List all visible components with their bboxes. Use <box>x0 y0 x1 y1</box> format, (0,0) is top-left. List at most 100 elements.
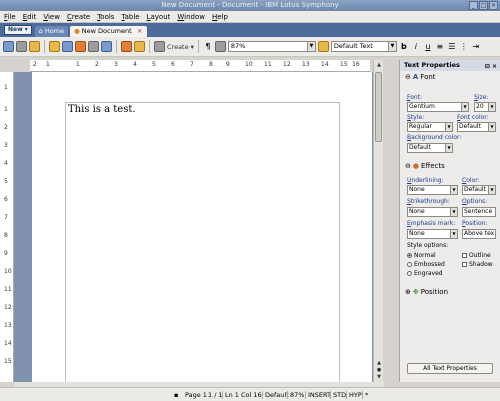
numbering-icon[interactable]: ⋮ <box>459 42 469 51</box>
font-section-header[interactable]: ⊖ A Font <box>400 71 500 83</box>
status-page-icon: ▪ <box>174 391 179 399</box>
italic-button[interactable]: i <box>411 42 421 51</box>
status-zoom[interactable]: 87% <box>287 391 304 399</box>
undo-icon[interactable] <box>3 41 14 52</box>
underline-button[interactable]: u <box>423 42 433 51</box>
tab-home[interactable]: ⌂ Home <box>34 26 69 37</box>
all-text-properties-button[interactable]: All Text Properties <box>407 363 493 374</box>
status-hyperlink-mode[interactable]: HYP <box>346 391 362 399</box>
tab-new-document[interactable]: ● New Document × <box>70 26 147 37</box>
expand-icon: ⊕ <box>405 288 411 296</box>
menu-view[interactable]: View <box>43 13 60 21</box>
menu-edit[interactable]: Edit <box>23 13 37 21</box>
save-icon[interactable] <box>62 41 73 52</box>
redo-icon[interactable] <box>16 41 27 52</box>
export-icon[interactable] <box>75 41 86 52</box>
strikethrough-combo[interactable]: None ▼ <box>407 207 458 217</box>
close-tab-icon[interactable]: × <box>137 26 143 37</box>
status-cursor: Ln 1 Col 16 <box>222 391 262 399</box>
effects-section-header[interactable]: ⊖ ● Effects <box>400 160 445 172</box>
status-page[interactable]: Page 1 <box>185 391 207 399</box>
collapse-icon: ⊖ <box>405 73 411 81</box>
align-icon[interactable]: ≡ <box>435 42 445 51</box>
document-workspace: This is a test. <box>14 72 373 382</box>
strikethrough-label: Strikethrough: <box>407 198 450 205</box>
font-combo[interactable]: Gentium ▼ <box>407 102 469 112</box>
prev-page-icon[interactable]: ▲ <box>375 360 383 366</box>
menu-table[interactable]: Table <box>121 13 139 21</box>
font-label: Font: <box>407 94 423 101</box>
collapse-icon: ⊖ <box>405 162 411 170</box>
paragraph-style-combo[interactable]: Default Text ▼ <box>330 41 397 52</box>
next-page-icon[interactable]: ▼ <box>375 374 383 380</box>
menu-tools[interactable]: Tools <box>97 13 114 21</box>
font-color-combo[interactable]: Default ▼ <box>457 122 496 132</box>
normal-option[interactable]: Normal <box>407 252 436 259</box>
print-icon[interactable] <box>88 41 99 52</box>
size-combo[interactable]: 20 ▼ <box>474 102 496 112</box>
bullets-icon[interactable]: ☰ <box>447 42 457 51</box>
zoom-combo[interactable]: 87% ▼ <box>227 41 316 52</box>
vertical-scrollbar[interactable]: ▲ ▲ ● ▼ <box>373 60 383 382</box>
page-browse-icon[interactable]: ● <box>375 367 383 373</box>
close-button[interactable]: × <box>489 1 498 10</box>
open-icon[interactable] <box>49 41 60 52</box>
menu-create[interactable]: Create <box>67 13 90 21</box>
menu-help[interactable]: Help <box>212 13 228 21</box>
shadow-checkbox[interactable]: Shadow <box>462 261 493 268</box>
outline-checkbox[interactable]: Outline <box>462 252 491 259</box>
document-page[interactable]: This is a test. <box>32 72 372 382</box>
paragraph-marks-icon[interactable]: ¶ <box>203 42 213 51</box>
text-properties-panel: Text Properties ⊟ × ⊖ A Font Font: Size:… <box>399 60 500 382</box>
background-color-combo[interactable]: Default ▼ <box>407 143 453 153</box>
scroll-up-icon[interactable]: ▲ <box>375 62 383 68</box>
engraved-option[interactable]: Engraved <box>407 270 443 277</box>
sidebar-toggle-icon[interactable] <box>134 41 145 52</box>
new-button[interactable]: New ▾ <box>4 25 32 35</box>
document-icon: ● <box>74 27 80 35</box>
status-insert-mode[interactable]: INSERT <box>305 391 331 399</box>
status-selection-mode[interactable]: STD <box>330 391 346 399</box>
style-label: Style: <box>407 114 425 121</box>
spellcheck-icon[interactable] <box>101 41 112 52</box>
bold-button[interactable]: b <box>399 42 409 51</box>
indent-icon[interactable]: ⇥ <box>471 42 481 51</box>
emphasis-combo[interactable]: None ▼ <box>407 229 458 239</box>
effects-icon: ● <box>412 162 419 170</box>
main-toolbar: Create ▾ ¶ 87% ▼ Default Text ▼ b i u ≡ ☰ … <box>0 37 500 57</box>
font-icon: A <box>412 73 419 81</box>
menu-bar: File Edit View Create Tools Table Layout… <box>0 11 500 23</box>
home-icon: ⌂ <box>38 27 43 35</box>
emphasis-position-combo[interactable]: Above tex <box>462 229 496 239</box>
tab-home-label: Home <box>44 27 65 35</box>
size-label: Size: <box>474 94 489 101</box>
panel-window-buttons[interactable]: ⊟ × <box>485 61 497 72</box>
menu-file[interactable]: File <box>4 13 16 21</box>
position-section-header[interactable]: ⊕ ✥ Position <box>400 286 448 298</box>
embossed-option[interactable]: Embossed <box>407 261 445 268</box>
style-combo[interactable]: Regular ▼ <box>407 122 453 132</box>
underline-color-combo[interactable]: Default ▼ <box>462 185 496 195</box>
underlining-combo[interactable]: None ▼ <box>407 185 458 195</box>
maximize-button[interactable]: □ <box>479 1 488 10</box>
document-text[interactable]: This is a test. <box>68 104 136 115</box>
paste-icon[interactable] <box>29 41 40 52</box>
options-label: Options: <box>462 198 488 205</box>
find-icon[interactable] <box>121 41 132 52</box>
menu-window[interactable]: Window <box>177 13 205 21</box>
create-icon <box>154 41 165 52</box>
style-brush-icon[interactable] <box>317 41 329 52</box>
scroll-thumb[interactable] <box>375 72 382 142</box>
minimize-button[interactable]: _ <box>469 1 478 10</box>
vertical-ruler[interactable]: 1 1 2 3 4 5 6 7 8 9 10 11 12 13 14 15 16 <box>0 72 14 382</box>
create-button[interactable]: Create <box>167 43 189 51</box>
tab-document-label: New Document <box>81 27 132 35</box>
fields-icon[interactable] <box>214 41 226 52</box>
window-title: New Document - Document - IBM Lotus Symp… <box>161 1 339 9</box>
menu-layout[interactable]: Layout <box>147 13 171 21</box>
options-combo[interactable]: Sentence <box>462 207 496 217</box>
status-style: Default <box>262 391 289 399</box>
underlining-label: Underlining: <box>407 177 444 184</box>
tab-bar: New ▾ ⌂ Home ● New Document × <box>0 23 500 37</box>
horizontal-ruler[interactable]: 2 1 1 2 3 4 5 6 7 8 9 10 11 12 13 14 15 … <box>30 60 370 72</box>
